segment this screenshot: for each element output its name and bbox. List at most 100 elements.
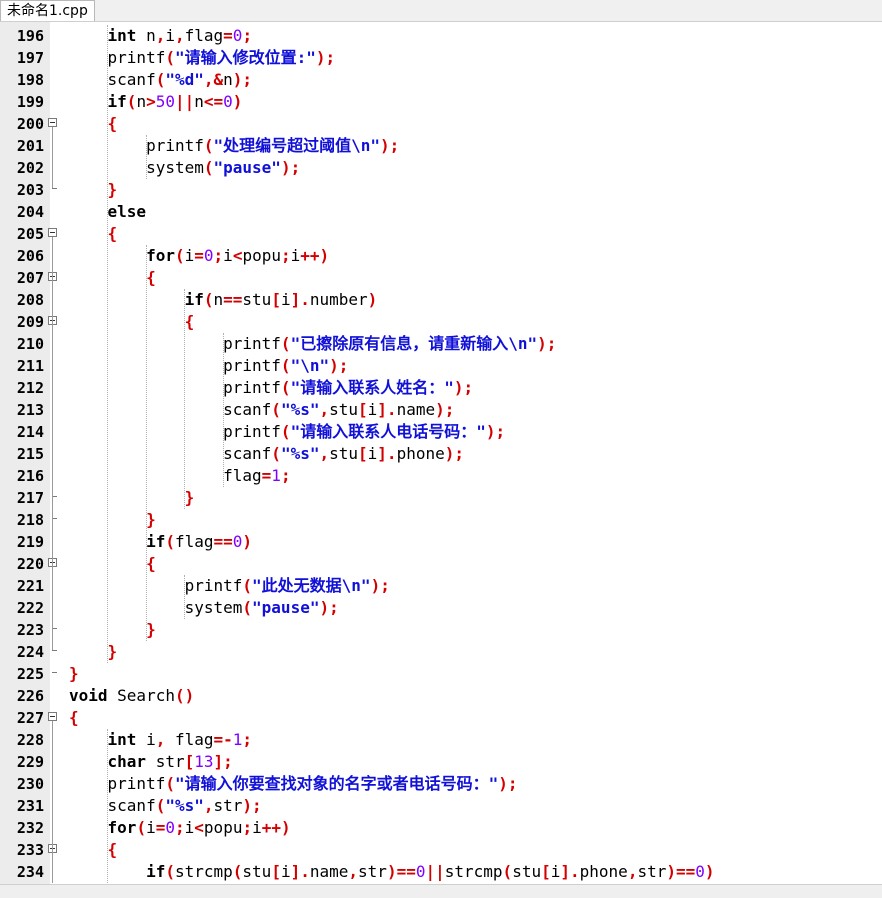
code-token: printf [69,422,281,441]
code-token: < [194,818,204,837]
code-token: , [155,730,166,749]
code-line: 221 printf("此处无数据\n"); [0,575,882,597]
code-token: ( [242,598,253,617]
code-text: if(flag==0) [69,531,252,553]
code-text: flag=1; [69,465,290,487]
code-text: } [69,179,118,201]
file-tab[interactable]: 未命名1.cpp [0,0,95,21]
code-text: scanf("%s",stu[i].phone); [69,443,464,465]
code-text: void Search() [69,685,194,707]
code-text: if(n>50||n<=0) [69,91,243,113]
code-token: ]. [290,290,310,309]
code-line: 201 printf("处理编号超过阈值\n"); [0,135,882,157]
line-number: 203 [16,181,44,199]
line-number: 234 [16,863,44,881]
code-token: printf [69,774,166,793]
code-token: 0 [232,532,243,551]
code-token: i [146,818,156,837]
code-text: { [69,113,118,135]
code-token: "此处无数据\n" [252,576,371,595]
line-number: 217 [16,489,44,507]
code-token: stu [512,862,542,881]
line-number: 215 [16,445,44,463]
code-token: ( [203,158,214,177]
code-token: ); [435,400,455,419]
code-token: = [261,466,272,485]
code-editor[interactable]: 196 int n,i,flag=0; 197 printf("请输入修改位置:"… [0,22,882,884]
code-token: "pause" [252,598,320,617]
code-token: ); [537,334,557,353]
code-text: printf("请输入你要查找对象的名字或者电话号码："); [69,773,518,795]
code-token: system [69,158,204,177]
line-number: 225 [16,665,44,683]
code-token: i [184,818,195,837]
fold-connector [52,853,53,883]
code-token: )== [666,862,696,881]
code-line: 219 if(flag==0) [0,531,882,553]
code-token: Search [107,686,175,705]
code-text: scanf("%s",str); [69,795,262,817]
code-token: ; [280,246,291,265]
code-token: ); [453,378,474,397]
code-token: { [107,114,118,133]
code-token: ( [165,862,175,881]
line-number: 206 [16,247,44,265]
code-token: 0 [165,818,175,837]
code-line: 230 printf("请输入你要查找对象的名字或者电话号码："); [0,773,882,795]
line-number: 212 [16,379,44,397]
code-token: i [367,400,378,419]
fold-toggle-icon[interactable] [48,712,57,721]
code-text: printf("处理编号超过阈值\n"); [69,135,399,157]
line-number: 227 [16,709,44,727]
code-token: ]. [290,862,310,881]
code-token: ( [203,290,214,309]
code-line: 233 { [0,839,882,861]
line-number: 220 [16,555,44,573]
code-token: ) [242,532,253,551]
code-token: stu [329,400,359,419]
code-token: () [174,686,195,705]
code-token: || [425,862,445,881]
code-text: printf("此处无数据\n"); [69,575,390,597]
line-number: 200 [16,115,44,133]
code-token: "已擦除原有信息，请重新输入\n" [290,334,538,353]
fold-toggle-icon[interactable] [48,118,57,127]
code-text: int n,i,flag=0; [69,25,253,47]
code-token: , [627,862,638,881]
code-line: 207 { [0,267,882,289]
code-token: void [69,686,108,705]
code-token: , [174,26,185,45]
fold-toggle-icon[interactable] [48,228,57,237]
code-text: if(strcmp(stu[i].name,str)==0||strcmp(st… [69,861,714,883]
code-text: } [69,487,195,509]
code-token: )== [386,862,416,881]
code-token: n [136,92,147,111]
code-token: n [194,92,204,111]
code-token: "%s" [165,796,204,815]
code-line: 200 { [0,113,882,135]
code-token: ; [242,26,253,45]
code-token: ++) [300,246,330,265]
code-line: 232 for(i=0;i<popu;i++) [0,817,882,839]
code-text: } [69,509,156,531]
code-token: 0 [695,862,705,881]
code-token: 0 [232,26,243,45]
code-token: printf [69,356,281,375]
code-token: ); [329,356,349,375]
line-number: 207 [16,269,44,287]
line-number: 221 [16,577,44,595]
code-token: i [252,818,262,837]
code-token: } [107,180,118,199]
code-token: i [367,444,378,463]
code-token: flag [174,532,214,551]
code-token: , [155,26,166,45]
code-line: 203 } [0,179,882,201]
code-token: i [223,246,233,265]
code-token: "\n" [290,356,330,375]
line-number: 223 [16,621,44,639]
line-number: 224 [16,643,44,661]
